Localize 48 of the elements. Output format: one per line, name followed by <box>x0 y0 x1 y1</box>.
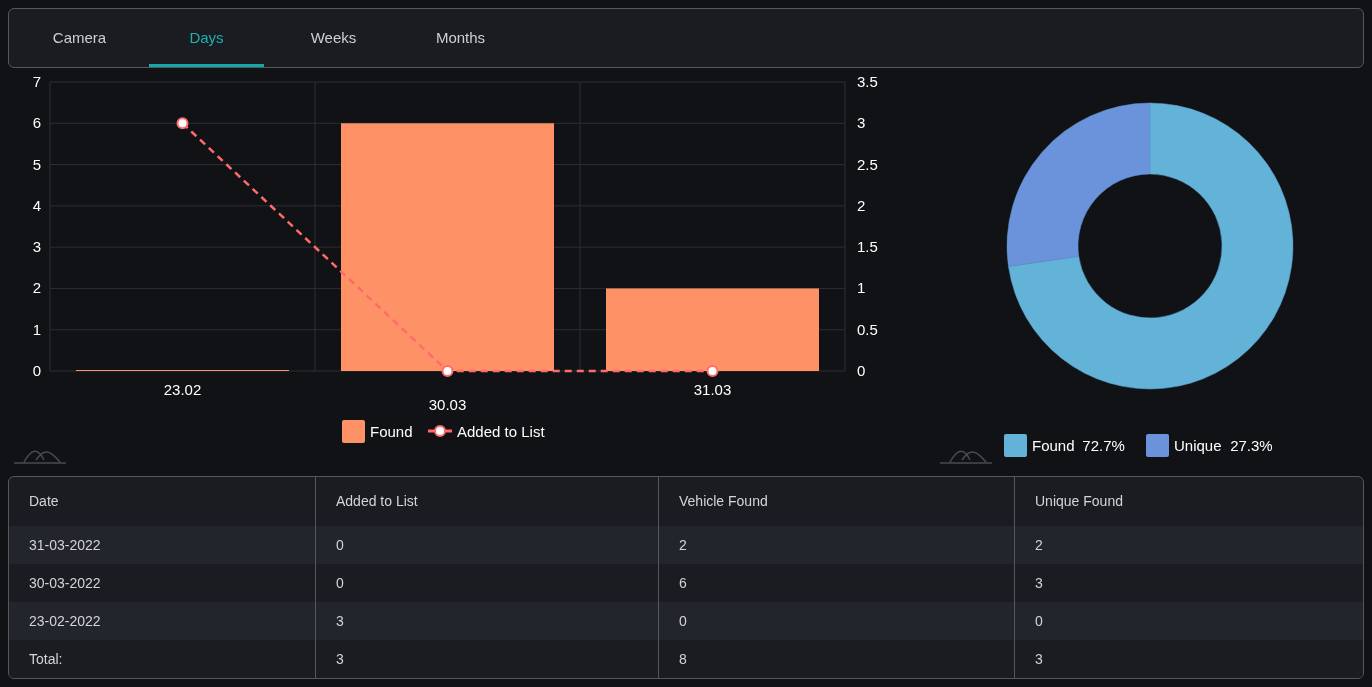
axis-tick-label: 1 <box>32 320 41 338</box>
legend-label: Found <box>370 423 413 440</box>
table-cell: 3 <box>315 602 658 640</box>
axis-tick-label: 3 <box>857 114 866 132</box>
table-cell: 0 <box>315 526 658 564</box>
tab[interactable]: Camera <box>22 9 137 67</box>
legend-label: Unique <box>1174 437 1222 454</box>
tab[interactable]: Weeks <box>276 9 391 67</box>
axis-tick-label: 0 <box>857 362 866 379</box>
axis-tick-label: 0.5 <box>857 320 878 338</box>
axis-tick-label: 5 <box>32 155 41 173</box>
axis-tick-label: 2 <box>32 279 41 297</box>
tab[interactable]: Days <box>149 9 264 67</box>
legend-swatch <box>342 420 365 443</box>
table-cell: 0 <box>658 602 1014 640</box>
table-cell: 2 <box>1014 526 1363 564</box>
axis-label: 31.03 <box>693 381 732 398</box>
axis-tick-label: 4 <box>32 196 41 214</box>
data-point <box>176 117 189 130</box>
table-cell: 0 <box>1014 602 1363 640</box>
legend-swatch <box>1146 434 1169 457</box>
column-header: Date <box>28 492 60 511</box>
legend-label: Found <box>1032 437 1075 454</box>
axis-tick-label: 3.5 <box>857 73 878 90</box>
axis-label: 30.03 <box>428 396 467 413</box>
legend-value: 27.3% <box>1230 437 1273 454</box>
table-cell: 23-02-2022 <box>9 602 315 640</box>
axis-tick-label: 2.5 <box>857 155 878 173</box>
axis-tick-label: 0 <box>32 362 41 379</box>
axis-tick-label: 2 <box>857 196 866 214</box>
axis-tick-label: 1.5 <box>857 238 878 256</box>
table-cell: 31-03-2022 <box>9 526 315 564</box>
axis-label: 23.02 <box>163 381 202 398</box>
hills-icon <box>939 450 993 464</box>
data-point <box>441 365 454 377</box>
legend-line-icon <box>428 425 452 437</box>
table-cell: 3 <box>1014 640 1363 678</box>
axis-tick-label: 1 <box>857 279 866 297</box>
axis-tick-label: 6 <box>32 114 41 132</box>
hills-icon <box>13 450 67 464</box>
table-cell: 2 <box>658 526 1014 564</box>
tab[interactable]: Months <box>403 9 518 67</box>
axis-tick-label: 7 <box>32 73 41 90</box>
legend-value: 72.7% <box>1082 437 1125 454</box>
legend-swatch <box>1004 434 1027 457</box>
legend-label: Added to List <box>457 423 545 440</box>
axis-tick-label: 3 <box>32 238 41 256</box>
data-point <box>706 365 719 377</box>
